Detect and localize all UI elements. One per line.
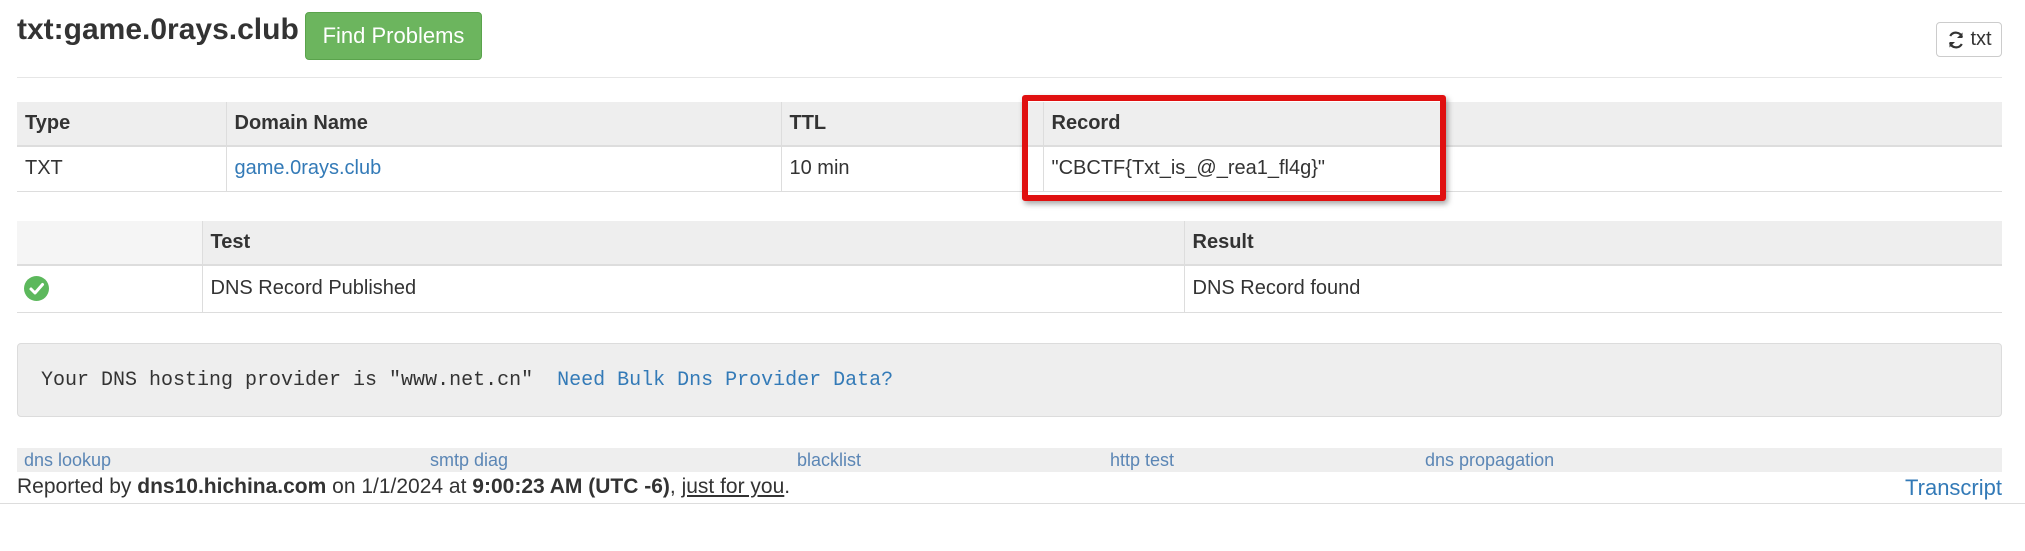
table-row: DNS Record Published DNS Record found xyxy=(17,265,2002,313)
dns-lookup-link[interactable]: dns lookup xyxy=(24,448,111,472)
dns-propagation-link[interactable]: dns propagation xyxy=(1425,448,1554,472)
record-type: TXT xyxy=(17,146,226,192)
footer-comma: , xyxy=(669,475,676,498)
tests-table: Test Result DNS Record Published DNS Rec… xyxy=(17,221,2002,313)
domain-link[interactable]: game.0rays.club xyxy=(235,157,382,179)
check-circle-icon xyxy=(24,276,49,302)
smtp-diag-link[interactable]: smtp diag xyxy=(430,448,508,472)
refresh-label: txt xyxy=(1970,28,1992,50)
test-name: DNS Record Published xyxy=(201,265,1184,313)
column-header-type: Type xyxy=(17,102,226,147)
refresh-icon xyxy=(1946,30,1966,50)
reported-by-prefix: Reported by xyxy=(17,475,132,498)
record-domain-cell: game.0rays.club xyxy=(225,146,781,192)
records-header-row: Type Domain Name TTL Record xyxy=(17,102,2002,147)
column-header-ttl: TTL xyxy=(780,102,1043,147)
column-header-domain-name: Domain Name xyxy=(225,102,781,147)
column-header-status xyxy=(17,221,202,266)
report-date: on 1/1/2024 at xyxy=(332,475,467,498)
report-time: 9:00:23 AM (UTC -6) xyxy=(472,475,670,498)
find-problems-button[interactable]: Find Problems xyxy=(305,12,482,60)
footer-period: . xyxy=(784,475,791,498)
refresh-button[interactable]: txt xyxy=(1936,22,2002,57)
http-test-link[interactable]: http test xyxy=(1110,448,1174,472)
tests-header-row: Test Result xyxy=(17,221,2002,266)
record-highlight-box xyxy=(1022,95,1446,201)
table-row: TXT game.0rays.club 10 min "CBCTF{Txt_is… xyxy=(17,146,2002,192)
just-for-you-link[interactable]: just for you xyxy=(682,475,785,498)
page-title: txt:game.0rays.club xyxy=(17,13,299,46)
status-cell xyxy=(17,265,202,313)
column-header-result: Result xyxy=(1183,221,2002,266)
record-ttl: 10 min xyxy=(780,146,1043,192)
report-footer: Reported by dns10.hichina.com on 1/1/202… xyxy=(17,475,790,499)
bulk-dns-provider-link[interactable]: Need Bulk Dns Provider Data? xyxy=(557,369,893,392)
column-header-test: Test xyxy=(201,221,1184,266)
records-table: Type Domain Name TTL Record TXT game.0ra… xyxy=(17,102,2002,192)
dns-provider-box: Your DNS hosting provider is "www.net.cn… xyxy=(17,343,2002,417)
tools-links-bar: dns lookup smtp diag blacklist http test… xyxy=(17,448,2002,472)
blacklist-link[interactable]: blacklist xyxy=(797,448,861,472)
header-divider xyxy=(17,77,2002,78)
dns-provider-text: Your DNS hosting provider is "www.net.cn… xyxy=(41,368,534,392)
reporting-server: dns10.hichina.com xyxy=(137,475,327,498)
footer-divider xyxy=(0,503,2025,504)
test-result: DNS Record found xyxy=(1183,265,2002,313)
transcript-link[interactable]: Transcript xyxy=(1905,475,2002,501)
